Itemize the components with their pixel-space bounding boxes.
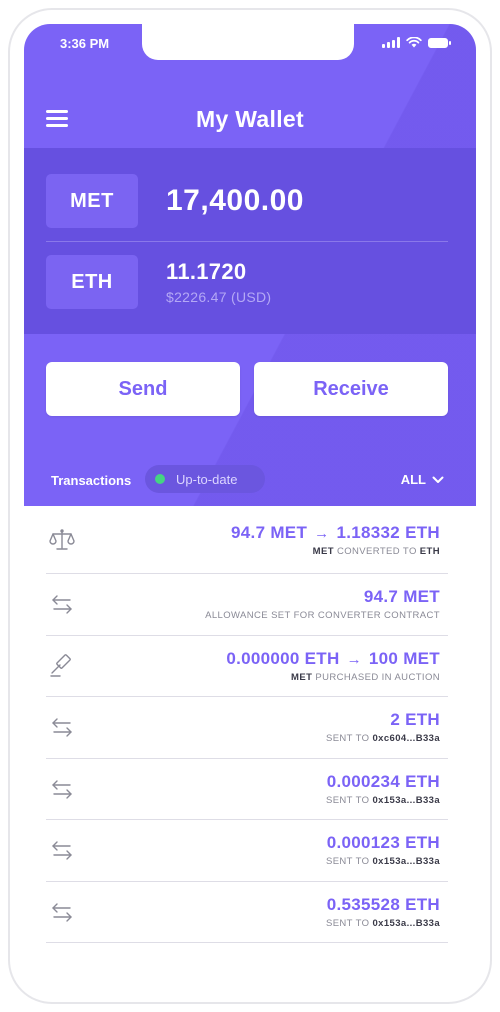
receive-button[interactable]: Receive [254,362,448,416]
transaction-details: 0.000123 ETH SENT TO 0x153a...B33a [326,833,440,867]
eth-balance-info: 11.1720 $2226.47 (USD) [166,259,271,305]
desc-text: PURCHASED IN AUCTION [315,671,440,683]
transaction-details: 0.535528 ETH SENT TO 0x153a...B33a [326,895,440,929]
desc-text: SENT TO [325,856,370,868]
transactions-title: Transactions [51,473,132,488]
met-balance-amount: 17,400.00 [166,184,304,217]
transaction-description: SENT TO 0x153a...B33a [326,856,440,867]
transfer-arrows-icon [52,780,72,799]
recipient-address: 0x153a...B33a [372,794,440,806]
transaction-details: 0.000234 ETH SENT TO 0x153a...B33a [326,772,440,806]
desc-token: MET [312,545,334,557]
transaction-description: SENT TO 0xc604...B33a [326,733,440,744]
desc-text: SENT TO [325,794,370,806]
transaction-details: 94.7 MET → 1.18332 ETH MET CONVERTED TO … [231,523,440,557]
desc-text: SENT TO [325,917,370,929]
chevron-down-icon [432,476,444,483]
transaction-row[interactable]: 94.7 MET → 1.18332 ETH MET CONVERTED TO … [46,506,448,574]
sync-status-dot [155,474,165,484]
transfer-arrows-icon [52,718,72,737]
met-balance-row[interactable]: MET 17,400.00 [46,174,448,228]
transfer-arrows-icon [52,903,72,922]
transaction-amount: 0.000000 ETH → 100 MET [226,649,440,669]
transaction-description: ALLOWANCE SET FOR CONVERTER CONTRACT [205,610,440,622]
transaction-amount: 0.535528 ETH [326,894,440,914]
arrow-right-icon: → [314,524,330,542]
arrow-right-icon: → [346,650,362,668]
send-button[interactable]: Send [46,362,240,416]
desc-text: CONVERTED TO [336,545,417,557]
transaction-description: MET CONVERTED TO ETH [231,546,440,557]
transaction-details: 0.000000 ETH → 100 MET MET PURCHASED IN … [226,649,440,683]
transaction-details: 2 ETH SENT TO 0xc604...B33a [326,710,440,744]
amount-to: 1.18332 ETH [336,522,440,542]
auction-gavel-icon [50,653,71,677]
amount-to: 100 MET [368,648,440,668]
balance-divider [46,241,448,242]
transaction-row[interactable]: 2 ETH SENT TO 0xc604...B33a [46,697,448,759]
filter-label: ALL [400,472,426,487]
transaction-row[interactable]: 94.7 MET ALLOWANCE SET FOR CONVERTER CON… [46,574,448,636]
recipient-address: 0xc604...B33a [372,733,440,745]
transaction-list: 94.7 MET → 1.18332 ETH MET CONVERTED TO … [24,506,476,943]
balance-scale-icon [49,528,75,550]
status-icons [382,37,451,48]
transaction-filter-dropdown[interactable]: ALL [401,472,444,487]
amount-from: 0.000000 ETH [226,648,340,668]
app-screen: 3:36 PM My Wallet MET 17,400.00 ETH 11.1… [24,24,476,988]
transaction-amount: 0.000234 ETH [326,771,440,791]
transaction-amount: 2 ETH [390,710,440,730]
wifi-icon [406,37,422,48]
amount-from: 94.7 MET [231,522,308,542]
recipient-address: 0x153a...B33a [372,856,440,868]
desc-token: MET [291,671,313,683]
transaction-description: SENT TO 0x153a...B33a [326,918,440,929]
eth-usd-value: $2226.47 (USD) [166,289,272,305]
balance-panel: MET 17,400.00 ETH 11.1720 $2226.47 (USD) [24,148,476,334]
transaction-amount: 94.7 MET [363,587,440,607]
transaction-details: 94.7 MET ALLOWANCE SET FOR CONVERTER CON… [205,587,440,621]
transaction-row[interactable]: 0.000123 ETH SENT TO 0x153a...B33a [46,820,448,882]
eth-token-badge: ETH [46,255,138,309]
desc-token-target: ETH [419,545,440,557]
battery-icon [428,37,451,48]
signal-icon [382,37,400,48]
transaction-row[interactable]: 0.000000 ETH → 100 MET MET PURCHASED IN … [46,636,448,697]
eth-balance-amount: 11.1720 [166,259,247,284]
transaction-description: MET PURCHASED IN AUCTION [226,672,440,683]
transaction-amount: 94.7 MET → 1.18332 ETH [231,523,440,543]
page-title: My Wallet [196,106,304,132]
met-token-badge: MET [46,174,138,228]
status-time: 3:36 PM [60,36,110,51]
transaction-amount: 0.000123 ETH [326,833,440,853]
device-notch [142,24,354,60]
transfer-arrows-icon [52,595,72,614]
transaction-row[interactable]: 0.535528 ETH SENT TO 0x153a...B33a [46,882,448,943]
transactions-header: Transactions Up-to-date ALL [24,465,476,495]
wallet-header-area: 3:36 PM My Wallet MET 17,400.00 ETH 11.1… [24,24,476,506]
desc-text: SENT TO [325,733,370,745]
sync-status-pill[interactable]: Up-to-date [145,465,265,493]
transaction-description: SENT TO 0x153a...B33a [326,795,440,806]
recipient-address: 0x153a...B33a [372,917,440,929]
transfer-arrows-icon [52,841,72,860]
eth-balance-row[interactable]: ETH 11.1720 $2226.47 (USD) [46,255,448,309]
sync-status-label: Up-to-date [176,471,238,487]
transaction-row[interactable]: 0.000234 ETH SENT TO 0x153a...B33a [46,759,448,820]
